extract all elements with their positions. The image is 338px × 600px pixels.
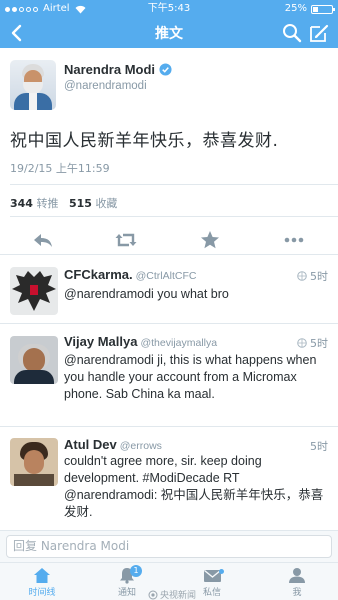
favorite-star-icon[interactable] (198, 228, 222, 252)
tweet-text: 祝中国人民新羊年快乐，恭喜发财. (10, 131, 279, 151)
status-bar: Airtel 下午5:43 25% (0, 0, 338, 18)
tab-label: 通知 (117, 588, 136, 598)
reply-author-name[interactable]: CFCkarma. (64, 267, 133, 282)
notification-badge: 1 (130, 565, 142, 577)
reply-icon[interactable] (31, 228, 55, 252)
unread-dot (219, 569, 224, 574)
favorite-count[interactable]: 515 (69, 197, 92, 210)
tab-label: 我 (292, 588, 302, 598)
reply-author-handle[interactable]: @CtrlAltCFC (136, 270, 197, 282)
reply-time: 5时 (310, 270, 328, 283)
tweet-stats: 344 转推 515 收藏 (10, 195, 117, 211)
avatar[interactable] (10, 60, 56, 110)
author-name-row[interactable]: Narendra Modi (64, 62, 172, 77)
avatar[interactable] (10, 267, 58, 315)
reply-bar: 回复 Narendra Modi (0, 530, 338, 562)
reply-time: 5时 (310, 440, 328, 453)
top-bar: Airtel 下午5:43 25% 推文 (0, 0, 338, 48)
tab-notifications[interactable]: 1 通知 (102, 565, 152, 598)
more-icon[interactable] (282, 228, 306, 252)
tab-me[interactable]: 我 (272, 567, 322, 598)
tab-label: 私信 (202, 588, 221, 598)
home-icon (34, 568, 50, 583)
double-eagle-emblem-icon (12, 271, 56, 311)
compose-icon[interactable] (308, 22, 330, 44)
reply-time: 5时 (310, 337, 328, 350)
avatar[interactable] (10, 438, 58, 486)
list-item[interactable]: Atul Dev @errows 5时 couldn't agree more, … (0, 426, 338, 530)
tab-label: 时间线 (28, 588, 56, 598)
watermark: 央视新闻 (148, 588, 196, 600)
avatar[interactable] (10, 336, 58, 384)
globe-icon (297, 271, 307, 281)
tab-timeline[interactable]: 时间线 (17, 567, 67, 598)
battery-percent: 25% (284, 3, 307, 14)
author-handle[interactable]: @narendramodi (64, 80, 147, 92)
cctv-logo-icon (148, 590, 158, 599)
reply-input[interactable]: 回复 Narendra Modi (6, 535, 332, 558)
reply-text: @narendramodi you what bro (64, 287, 229, 301)
reply-author-handle[interactable]: @thevijaymallya (140, 337, 217, 349)
search-icon[interactable] (282, 23, 302, 43)
battery-icon (311, 4, 335, 14)
list-item[interactable]: CFCkarma. @CtrlAltCFC 5时 @narendramodi yo… (0, 254, 338, 323)
tweet-actions (0, 228, 338, 252)
divider (10, 184, 338, 185)
author-name[interactable]: Narendra Modi (64, 62, 155, 77)
profile-icon (289, 568, 305, 583)
nav-bar: 推文 (0, 18, 338, 48)
retweet-icon[interactable] (114, 228, 138, 252)
favorite-count-label: 收藏 (95, 197, 118, 210)
tweet-timestamp: 19/2/15 上午11:59 (10, 162, 110, 175)
reply-author-name[interactable]: Vijay Mallya (64, 334, 137, 349)
reply-author-name[interactable]: Atul Dev (64, 437, 117, 452)
reply-text: @narendramodi ji, this is what happens w… (64, 353, 317, 401)
retweet-count[interactable]: 344 (10, 197, 33, 210)
globe-icon (297, 338, 307, 348)
reply-author-handle[interactable]: @errows (120, 440, 162, 452)
watermark-text: 央视新闻 (160, 591, 197, 600)
verified-badge-icon (159, 63, 172, 76)
retweet-count-label: 转推 (36, 197, 59, 210)
list-item[interactable]: Vijay Mallya @thevijaymallya 5时 @narendra… (0, 323, 338, 426)
reply-text: couldn't agree more, sir. keep doing dev… (64, 454, 324, 519)
divider (10, 216, 338, 217)
